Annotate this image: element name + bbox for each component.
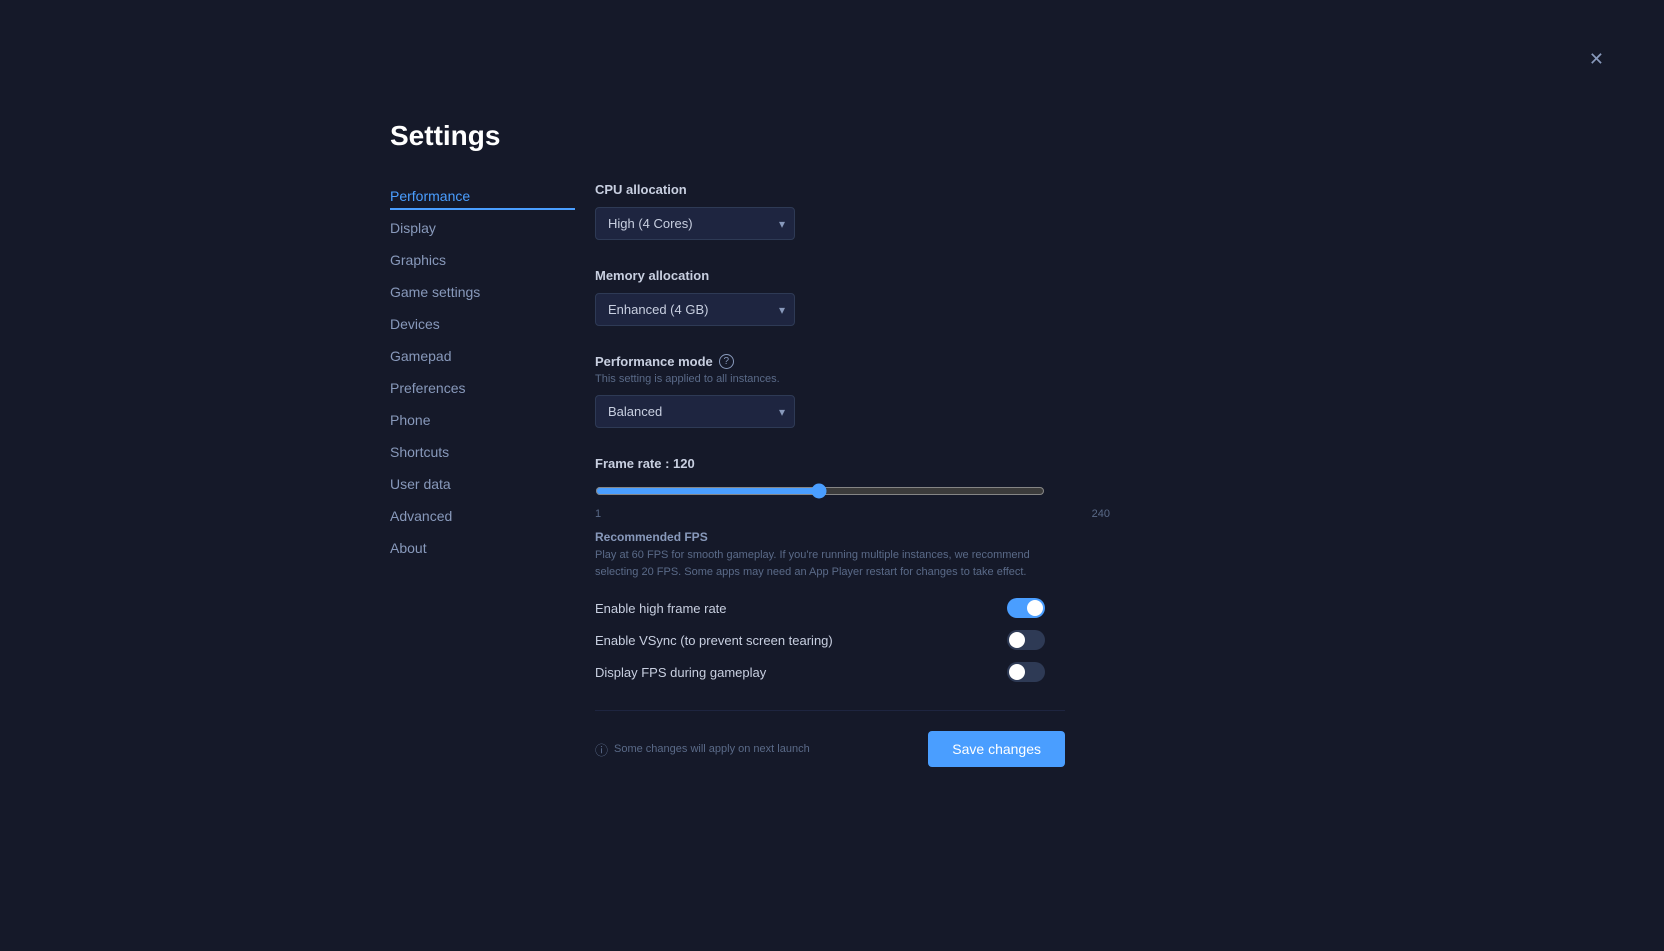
toggle-1[interactable]: [1007, 630, 1045, 650]
close-button[interactable]: ✕: [1589, 50, 1604, 68]
slider-container: [595, 483, 1045, 504]
frame-rate-section: Frame rate : 120 1 240 Recommended FPS P…: [595, 456, 1110, 682]
toggle-knob-1: [1009, 632, 1025, 648]
footer-note-text: Some changes will apply on next launch: [614, 743, 810, 755]
page-title: Settings: [390, 120, 1110, 152]
sidebar-item-graphics[interactable]: Graphics: [390, 246, 575, 274]
cpu-dropdown-wrapper: High (4 Cores) Low (1 Core) Medium (2 Co…: [595, 207, 795, 240]
sidebar-item-gamepad[interactable]: Gamepad: [390, 342, 575, 370]
main-content: CPU allocation High (4 Cores) Low (1 Cor…: [575, 182, 1110, 767]
toggle-0[interactable]: [1007, 598, 1045, 618]
slider-max: 240: [1092, 508, 1110, 520]
perf-mode-dropdown-wrapper: Power saving Balanced High performance ▾: [595, 395, 795, 428]
slider-minmax: 1 240: [595, 508, 1110, 520]
info-icon: ⓘ: [595, 740, 608, 759]
toggle-2[interactable]: [1007, 662, 1045, 682]
perf-mode-subtitle: This setting is applied to all instances…: [595, 373, 1110, 385]
toggle-list: Enable high frame rate Enable VSync (to p…: [595, 598, 1110, 682]
toggle-label-2: Display FPS during gameplay: [595, 665, 766, 680]
cpu-select[interactable]: High (4 Cores) Low (1 Core) Medium (2 Co…: [595, 207, 795, 240]
sidebar-item-game-settings[interactable]: Game settings: [390, 278, 575, 306]
perf-mode-section: Performance mode ? This setting is appli…: [595, 354, 1110, 428]
sidebar-item-advanced[interactable]: Advanced: [390, 502, 575, 530]
footer-note: ⓘ Some changes will apply on next launch: [595, 740, 810, 759]
memory-section: Memory allocation Standard (2 GB) Enhanc…: [595, 268, 1110, 326]
toggle-label-0: Enable high frame rate: [595, 601, 727, 616]
cpu-label: CPU allocation: [595, 182, 1110, 197]
sidebar-item-devices[interactable]: Devices: [390, 310, 575, 338]
memory-label: Memory allocation: [595, 268, 1110, 283]
sidebar-item-display[interactable]: Display: [390, 214, 575, 242]
memory-select[interactable]: Standard (2 GB) Enhanced (4 GB) High (8 …: [595, 293, 795, 326]
perf-mode-select[interactable]: Power saving Balanced High performance: [595, 395, 795, 428]
frame-rate-slider[interactable]: [595, 483, 1045, 499]
save-button[interactable]: Save changes: [928, 731, 1065, 767]
sidebar-item-about[interactable]: About: [390, 534, 575, 562]
toggle-knob-0: [1027, 600, 1043, 616]
sidebar-item-preferences[interactable]: Preferences: [390, 374, 575, 402]
footer: ⓘ Some changes will apply on next launch…: [595, 710, 1065, 767]
cpu-section: CPU allocation High (4 Cores) Low (1 Cor…: [595, 182, 1110, 240]
sidebar-item-phone[interactable]: Phone: [390, 406, 575, 434]
slider-min: 1: [595, 508, 601, 520]
sidebar-item-shortcuts[interactable]: Shortcuts: [390, 438, 575, 466]
sidebar-item-user-data[interactable]: User data: [390, 470, 575, 498]
toggle-label-1: Enable VSync (to prevent screen tearing): [595, 633, 833, 648]
toggle-knob-2: [1009, 664, 1025, 680]
sidebar: Performance Display Graphics Game settings D…: [390, 182, 575, 767]
toggle-row-2: Display FPS during gameplay: [595, 662, 1045, 682]
recommended-fps-text: Play at 60 FPS for smooth gameplay. If y…: [595, 547, 1045, 580]
toggle-row-1: Enable VSync (to prevent screen tearing): [595, 630, 1045, 650]
toggle-row-0: Enable high frame rate: [595, 598, 1045, 618]
recommended-fps-title: Recommended FPS: [595, 530, 1110, 544]
perf-mode-header: Performance mode ?: [595, 354, 1110, 369]
memory-dropdown-wrapper: Standard (2 GB) Enhanced (4 GB) High (8 …: [595, 293, 795, 326]
frame-rate-label: Frame rate : 120: [595, 456, 1110, 471]
settings-body: Performance Display Graphics Game settings D…: [390, 182, 1110, 767]
settings-container: Settings Performance Display Graphics Game …: [390, 120, 1110, 767]
perf-mode-help-icon[interactable]: ?: [719, 354, 734, 369]
sidebar-item-performance[interactable]: Performance: [390, 182, 575, 210]
perf-mode-title: Performance mode: [595, 354, 713, 369]
